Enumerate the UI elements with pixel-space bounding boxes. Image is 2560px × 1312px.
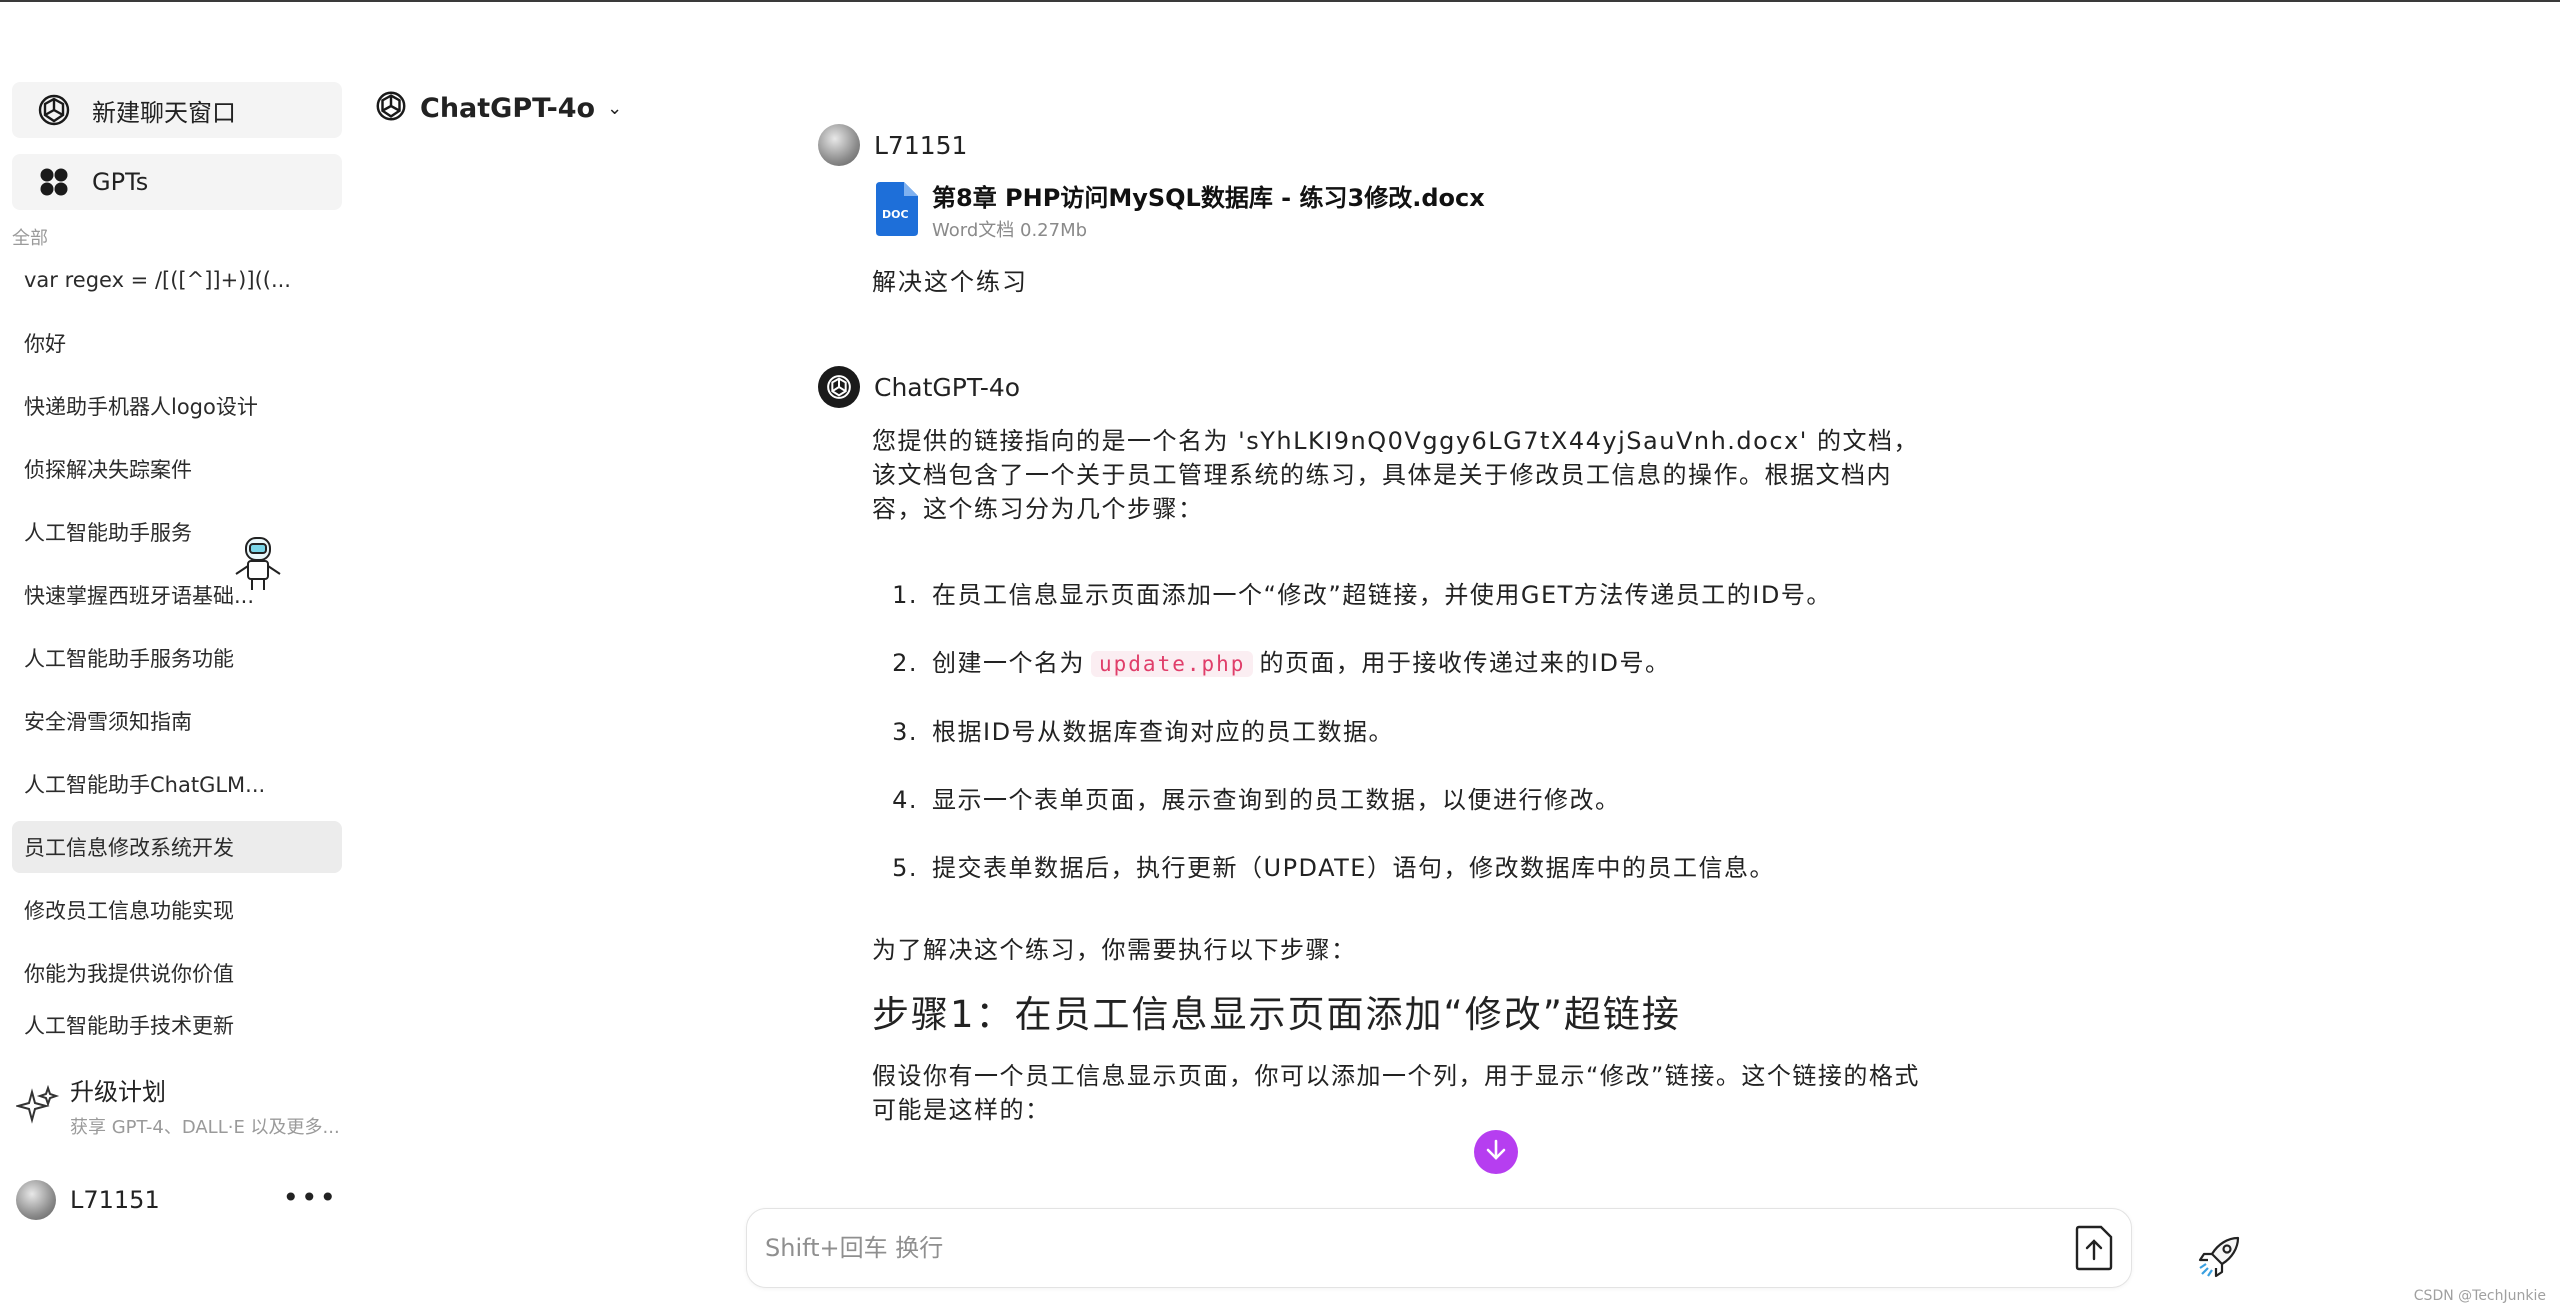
history-item[interactable]: 修改员工信息功能实现	[12, 884, 342, 936]
file-meta: Word文档 0.27Mb	[932, 220, 1088, 241]
step-number: 1.	[892, 581, 918, 609]
history-item[interactable]: 快速掌握西班牙语基础...	[12, 569, 342, 621]
step-number: 2.	[892, 649, 918, 677]
history-item[interactable]: 侦探解决失踪案件	[12, 443, 342, 495]
history-item[interactable]: 人工智能助手ChatGLM...	[12, 758, 342, 810]
upgrade-plan-button[interactable]: 升级计划 获享 GPT-4、DALL·E 以及更多...	[12, 1068, 342, 1140]
model-selector[interactable]: ChatGPT-4o ⌄	[374, 88, 622, 128]
upload-file-button[interactable]	[2071, 1223, 2117, 1273]
scroll-to-bottom-button[interactable]	[1474, 1130, 1518, 1174]
sidebar-username: L71151	[70, 1186, 160, 1214]
sparkle-icon	[14, 1084, 60, 1128]
reply-paragraph: 为了解决这个练习，你需要执行以下步骤：	[872, 936, 1357, 964]
history-section-label: 全部	[12, 228, 48, 249]
inline-code: update.php	[1091, 651, 1254, 677]
user-message-text: 解决这个练习	[872, 268, 1028, 296]
model-name: ChatGPT-4o	[420, 92, 596, 124]
upgrade-subtitle: 获享 GPT-4、DALL·E 以及更多...	[70, 1117, 340, 1138]
message-input-container	[746, 1208, 2132, 1288]
history-item[interactable]: var regex = /[([^]]+)]((...	[12, 254, 342, 306]
step-number: 5.	[892, 854, 918, 882]
history-item[interactable]: 人工智能助手技术更新	[12, 1007, 342, 1043]
step-text: 提交表单数据后，执行更新（UPDATE）语句，修改数据库中的员工信息。	[932, 854, 1775, 882]
upgrade-title: 升级计划	[70, 1078, 166, 1106]
sidebar: 新建聊天窗口 GPTs 全部 var regex = /[([^]]+)]((.…	[0, 0, 350, 1312]
word-document-icon: DOC	[876, 182, 918, 236]
history-item[interactable]: 人工智能助手服务功能	[12, 632, 342, 684]
reply-paragraph: 假设你有一个员工信息显示页面，你可以添加一个列，用于显示“修改”链接。这个链接的…	[872, 1062, 1920, 1124]
more-options-icon[interactable]: •••	[282, 1184, 338, 1212]
history-item[interactable]: 快递助手机器人logo设计	[12, 380, 342, 432]
reply-intro-paragraph: 您提供的链接指向的是一个名为 'sYhLKI9nQ0Vggy6LG7tX44yj…	[872, 427, 1919, 523]
avatar	[818, 124, 860, 166]
history-item-active[interactable]: 员工信息修改系统开发	[12, 821, 342, 873]
list-item: 5. 提交表单数据后，执行更新（UPDATE）语句，修改数据库中的员工信息。	[872, 851, 1932, 885]
list-item: 3. 根据ID号从数据库查询对应的员工数据。	[872, 715, 1932, 749]
step-text: 创建一个名为	[932, 649, 1085, 677]
assistant-reply-body: 您提供的链接指向的是一个名为 'sYhLKI9nQ0Vggy6LG7tX44yj…	[872, 424, 1932, 1127]
doc-icon-label: DOC	[882, 208, 909, 221]
arrow-down-icon	[1483, 1137, 1509, 1167]
step-number: 3.	[892, 718, 918, 746]
history-item[interactable]: 你能为我提供说你价值	[12, 947, 342, 999]
rocket-icon	[2194, 1236, 2246, 1286]
avatar	[16, 1180, 56, 1220]
step-text: 根据ID号从数据库查询对应的员工数据。	[932, 718, 1395, 746]
gpts-label: GPTs	[92, 168, 149, 196]
upload-file-icon	[2071, 1225, 2117, 1277]
openai-logo-icon	[34, 90, 74, 130]
list-item: 2. 创建一个名为 update.php 的页面，用于接收传递过来的ID号。	[872, 646, 1932, 681]
new-chat-button[interactable]: 新建聊天窗口	[12, 82, 342, 138]
steps-list: 1. 在员工信息显示页面添加一个“修改”超链接，并使用GET方法传递员工的ID号…	[872, 578, 1932, 885]
message-input[interactable]	[763, 1223, 1987, 1273]
gpts-button[interactable]: GPTs	[12, 154, 342, 210]
history-item[interactable]: 安全滑雪须知指南	[12, 695, 342, 747]
history-item[interactable]: 人工智能助手服务	[12, 506, 342, 558]
chatgpt-avatar-icon	[818, 366, 860, 408]
user-message-header: L71151	[818, 124, 967, 166]
step-heading: 步骤1：在员工信息显示页面添加“修改”超链接	[872, 993, 1681, 1036]
step-text: 的页面，用于接收传递过来的ID号。	[1259, 649, 1671, 677]
user-message-author: L71151	[874, 130, 968, 160]
step-text: 显示一个表单页面，展示查询到的员工数据，以便进行修改。	[932, 786, 1621, 814]
new-chat-label: 新建聊天窗口	[92, 98, 236, 127]
user-profile-row[interactable]: L71151 •••	[16, 1178, 346, 1222]
chat-history-list: var regex = /[([^]]+)]((... 你好 快递助手机器人lo…	[12, 254, 342, 1044]
robot-mascot-icon	[232, 534, 284, 594]
step-number: 4.	[892, 786, 918, 814]
openai-logo-icon	[374, 89, 408, 127]
watermark: CSDN @TechJunkie	[2413, 1288, 2546, 1304]
chevron-down-icon: ⌄	[607, 97, 623, 119]
send-button[interactable]	[2194, 1230, 2246, 1282]
assistant-message-header: ChatGPT-4o	[818, 366, 1020, 408]
step-text: 在员工信息显示页面添加一个“修改”超链接，并使用GET方法传递员工的ID号。	[932, 581, 1832, 609]
gpts-grid-icon	[34, 162, 74, 202]
assistant-message-author: ChatGPT-4o	[874, 372, 1021, 402]
list-item: 1. 在员工信息显示页面添加一个“修改”超链接，并使用GET方法传递员工的ID号…	[872, 578, 1932, 612]
file-name: 第8章 PHP访问MySQL数据库 - 练习3修改.docx	[932, 184, 1485, 212]
history-item[interactable]: 你好	[12, 317, 342, 369]
list-item: 4. 显示一个表单页面，展示查询到的员工数据，以便进行修改。	[872, 783, 1932, 817]
attached-file-card[interactable]: DOC 第8章 PHP访问MySQL数据库 - 练习3修改.docx Word文…	[876, 182, 1485, 242]
window-top-border	[0, 0, 2560, 2]
